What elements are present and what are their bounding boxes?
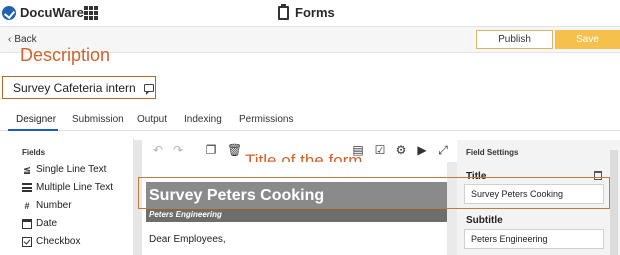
tab-submission[interactable]: Submission [72,114,124,125]
fields-heading: Fields [22,148,46,157]
play-icon[interactable]: ▶ [416,144,428,156]
form-title[interactable]: Survey Peters Cooking [149,187,324,205]
publish-button[interactable]: Publish [476,30,553,49]
field-item-label: Multiple Line Text [36,182,114,193]
undo-icon[interactable]: ↶ [152,144,164,156]
back-label: Back [14,34,37,45]
field-item-label: Single Line Text [36,164,107,175]
calendar-icon [22,218,32,229]
trash-icon[interactable]: 🗑 [227,144,242,156]
expand-icon[interactable]: ⤢ [437,144,449,156]
multiple-line-text-icon [22,183,32,192]
checkbox-icon [22,236,32,247]
app-grid-icon[interactable] [84,6,98,20]
tab-permissions[interactable]: Permissions [239,114,293,125]
settings-scrollbar[interactable] [610,150,618,255]
section-title-label: Forms [295,5,335,20]
annotation-description: Description [20,45,111,65]
clipboard-icon [278,3,289,20]
section-title: Forms [278,3,335,20]
tab-indexing[interactable]: Indexing [184,114,222,125]
save-button[interactable]: Save [555,30,620,49]
field-item-date[interactable]: Date [22,218,57,229]
field-settings-heading: Field Settings [466,148,519,157]
single-line-text-icon: ≦ [23,164,31,175]
chevron-left-icon: ‹ [8,34,12,45]
field-item-multiple-line-text[interactable]: Multiple Line Text [22,182,113,193]
comment-icon[interactable] [143,83,154,95]
survey-name: Survey Cafeteria intern [13,80,136,95]
form-greeting[interactable]: Dear Employees, [149,234,226,245]
docuware-logo-icon [2,5,16,20]
field-item-single-line-text[interactable]: ≦ Single Line Text [22,164,106,175]
redo-icon[interactable]: ↷ [172,144,184,156]
field-item-label: Checkbox [36,236,81,247]
gear-icon[interactable]: ⚙ [395,144,407,156]
subtitle-label: Subtitle [466,215,503,226]
canvas-scrollbar[interactable] [447,162,457,255]
tab-designer[interactable]: Designer [16,114,56,125]
title-label: Title [466,171,487,182]
delete-icon[interactable] [594,171,602,180]
hash-icon: # [24,200,30,211]
subtitle-input[interactable]: Peters Engineering [464,229,604,249]
brand-name: DocuWare [20,5,84,20]
back-link[interactable]: ‹ Back [8,34,37,45]
docuware-logo[interactable]: DocuWare [2,5,84,20]
active-tab-indicator [8,129,58,131]
title-input[interactable]: Survey Peters Cooking [464,184,604,204]
form-subtitle[interactable]: Peters Engineering [149,210,222,219]
fields-scrollbar[interactable] [134,140,142,255]
copy-icon[interactable]: ❐ [205,144,217,156]
checklist-icon[interactable]: ☑ [374,144,386,156]
survey-name-field[interactable]: Survey Cafeteria intern [2,76,156,99]
field-item-number[interactable]: # Number [22,200,72,211]
field-item-checkbox[interactable]: Checkbox [22,236,80,247]
field-item-label: Date [36,218,58,229]
field-item-label: Number [36,200,72,211]
tab-output[interactable]: Output [137,114,167,125]
